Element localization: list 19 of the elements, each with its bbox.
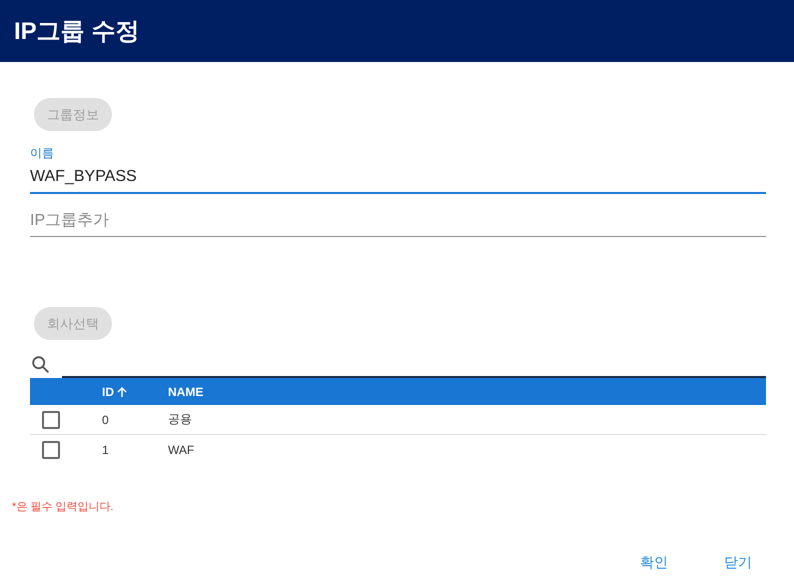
field-label: 이름 (30, 145, 55, 162)
column-header[interactable]: ID (102, 384, 168, 398)
row-checkbox[interactable] (42, 410, 60, 428)
row-checkbox[interactable] (42, 441, 60, 459)
table-cell-text: WAF (168, 443, 196, 457)
table-cell-text: 0 (102, 412, 110, 426)
window-title: IP그룹 수정 (14, 17, 140, 47)
ip-group-input-field[interactable]: IP그룹추가 (30, 208, 766, 237)
column-header[interactable]: NAME (168, 384, 766, 398)
section-chip: 그룹정보 (34, 98, 112, 131)
search-icon (30, 354, 52, 376)
name-input-field[interactable]: WAF_BYPASS (30, 164, 766, 194)
table-cell-text: 공용 (168, 411, 193, 428)
required-note: *은 필수 입력입니다. (12, 500, 114, 514)
section-chip: 회사선택 (34, 307, 112, 340)
table-cell-text: 1 (102, 443, 110, 457)
confirm-button[interactable]: 확인 (626, 550, 682, 576)
sort-arrow-icon (116, 386, 128, 398)
close-button[interactable]: 닫기 (710, 550, 766, 576)
